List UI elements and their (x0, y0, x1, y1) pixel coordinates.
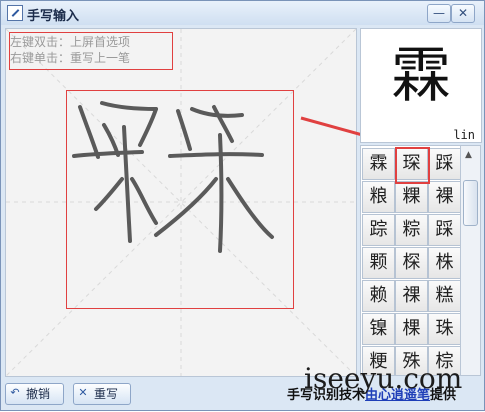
undo-button[interactable]: ↶ 撤销 (5, 383, 64, 405)
preview-pinyin: lin (453, 128, 475, 142)
scrollbar-thumb[interactable] (463, 180, 478, 226)
selected-candidate-highlight (395, 147, 430, 184)
candidate-item[interactable]: 棵 (395, 313, 428, 345)
title-bar[interactable]: 手写输入 — ✕ (1, 1, 484, 25)
candidate-item[interactable]: 霖 (362, 148, 395, 180)
handwriting-pad[interactable]: 左键双击：上屏首选项 右键单击：重写上一笔 (5, 28, 357, 377)
candidate-item[interactable]: 踪 (362, 214, 395, 246)
candidate-item[interactable]: 颗 (362, 247, 395, 279)
close-button[interactable]: ✕ (451, 4, 475, 23)
candidate-item[interactable]: 粿 (395, 181, 428, 213)
handwritten-strokes (72, 101, 274, 253)
pen-icon (7, 5, 23, 21)
candidate-item[interactable]: 踩 (428, 148, 460, 180)
candidate-list: 霖 琛 踩 粮 粿 裸 踪 粽 踩 颗 棎 株 赖 祼 糕 镍 棵 珠 粳 殊 … (360, 145, 461, 376)
candidate-item[interactable]: 珠 (428, 313, 460, 345)
candidate-item[interactable]: 裸 (428, 181, 460, 213)
rewrite-button[interactable]: ✕ 重写 (73, 383, 131, 405)
window-title: 手写输入 (27, 9, 80, 24)
minimize-button[interactable]: — (427, 4, 451, 23)
scroll-up-arrow-icon[interactable]: ▲ (465, 150, 472, 160)
candidate-item[interactable]: 祼 (395, 280, 428, 312)
candidate-item[interactable]: 糕 (428, 280, 460, 312)
watermark: iseeyu.com (304, 362, 463, 395)
rewrite-label: 重写 (94, 387, 119, 401)
preview-character: 霖 (391, 41, 451, 111)
candidate-item[interactable]: 踩 (428, 214, 460, 246)
candidate-item[interactable]: 粽 (395, 214, 428, 246)
candidate-item[interactable]: 赖 (362, 280, 395, 312)
undo-label: 撤销 (26, 387, 51, 401)
candidate-item[interactable]: 粮 (362, 181, 395, 213)
candidate-item[interactable]: 棎 (395, 247, 428, 279)
preview-panel: 霖 lin (360, 28, 482, 143)
candidate-item[interactable]: 株 (428, 247, 460, 279)
undo-icon: ↶ (10, 386, 20, 399)
clear-icon: ✕ (78, 386, 88, 399)
candidate-item[interactable]: 镍 (362, 313, 395, 345)
candidate-scrollbar[interactable]: ▲ (460, 145, 481, 376)
handwriting-window: 手写输入 — ✕ 左键双击：上屏首选项 右键单击：重写上一笔 霖 lin 霖 琛… (0, 0, 485, 411)
